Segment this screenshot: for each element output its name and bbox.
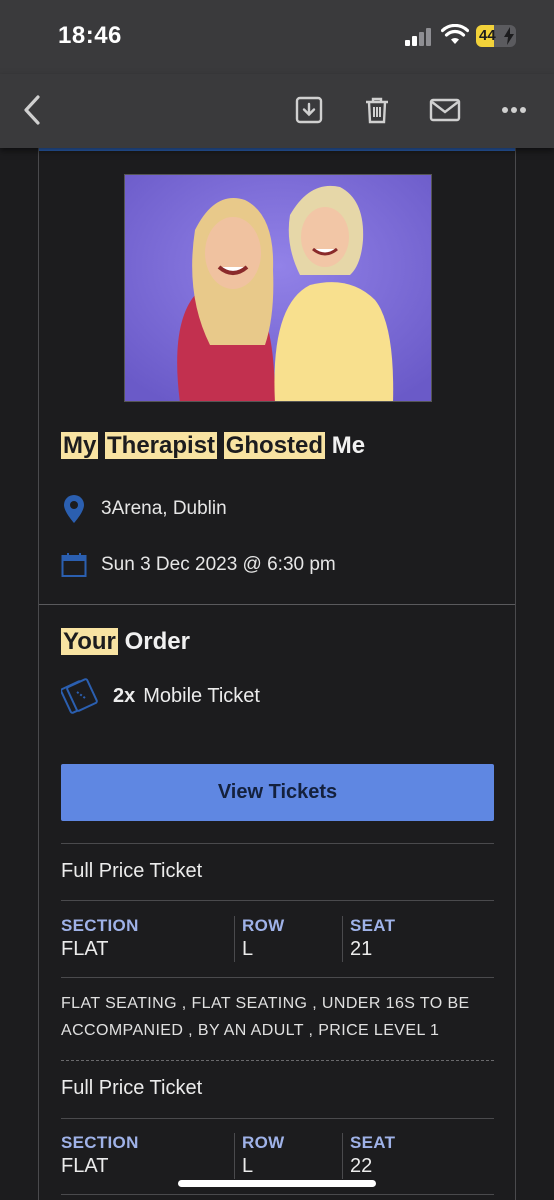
calendar-icon [61,552,87,578]
back-button[interactable] [14,92,50,128]
row-label: ROW [242,1133,285,1152]
home-indicator[interactable] [178,1180,376,1187]
seat-label: SEAT [350,1133,396,1152]
email-body: My Therapist Ghosted Me 3Arena, Dublin S… [38,148,516,1200]
datetime-text: Sun 3 Dec 2023 @ 6:30 pm [101,554,336,575]
ticket-icon [61,678,99,714]
venue-row: 3Arena, Dublin [61,494,227,524]
row-label: ROW [242,916,285,935]
event-title-word: Ghosted [223,432,326,459]
battery-indicator: 44 [476,25,516,47]
archive-button[interactable] [291,92,327,128]
event-title-word: My [61,432,99,459]
more-button[interactable] [496,92,532,128]
column-divider [234,916,235,962]
ticket-type: Full Price Ticket [61,860,203,882]
column-divider [342,1133,343,1179]
separator [61,977,494,978]
order-heading-word: Order [124,628,190,655]
cellular-signal-icon [405,28,433,46]
order-heading: Your Order [61,628,190,656]
row-value: L [242,938,254,960]
clock: 18:46 [58,22,122,49]
ticket-notes: FLAT SEATING , FLAT SEATING , UNDER 16S … [61,995,470,1039]
archive-icon [295,96,323,124]
ticket-quantity: 2x [113,684,136,707]
mark-unread-button[interactable] [427,92,463,128]
event-title-word: Therapist [105,432,218,459]
seat-value: 22 [350,1155,373,1177]
event-title: My Therapist Ghosted Me [61,432,365,460]
seat-label: SEAT [350,916,396,935]
venue-text: 3Arena, Dublin [101,498,227,519]
ticket-kind: Mobile Ticket [143,684,260,707]
order-heading-word: Your [61,628,118,655]
event-title-word: Me [331,432,366,459]
ticket-separator [61,1060,494,1061]
trash-icon [366,97,388,124]
section-value: FLAT [61,938,109,960]
section-divider [39,604,515,605]
separator [61,1118,494,1119]
delete-button[interactable] [359,92,395,128]
datetime-row: Sun 3 Dec 2023 @ 6:30 pm [61,552,336,578]
row-column: ROW L [242,916,284,961]
event-photo [124,174,432,402]
header-accent-line [39,148,515,151]
separator [61,1194,494,1195]
separator [61,843,494,844]
status-bar: 18:46 44 [0,0,554,74]
charging-bolt-icon [504,27,514,45]
back-icon [24,95,40,125]
column-divider [342,916,343,962]
row-column: ROW L [242,1133,284,1178]
row-value: L [242,1155,254,1177]
seat-value: 21 [350,938,373,960]
mail-toolbar [0,74,554,148]
mail-icon [429,98,461,122]
section-label: SECTION [61,916,139,935]
section-column: SECTION FLAT [61,1133,139,1178]
wifi-icon [440,23,470,51]
section-column: SECTION FLAT [61,916,139,961]
separator [61,900,494,901]
ticket-quantity-row: 2x Mobile Ticket [61,678,260,714]
column-divider [234,1133,235,1179]
ticket-type: Full Price Ticket [61,1077,203,1099]
seat-column: SEAT 22 [350,1133,395,1178]
seat-column: SEAT 21 [350,916,395,961]
location-pin-icon [61,494,87,524]
section-value: FLAT [61,1155,109,1177]
section-label: SECTION [61,1133,139,1152]
more-icon [502,107,526,113]
battery-percent: 44 [479,27,496,44]
view-tickets-button[interactable]: View Tickets [61,764,494,821]
